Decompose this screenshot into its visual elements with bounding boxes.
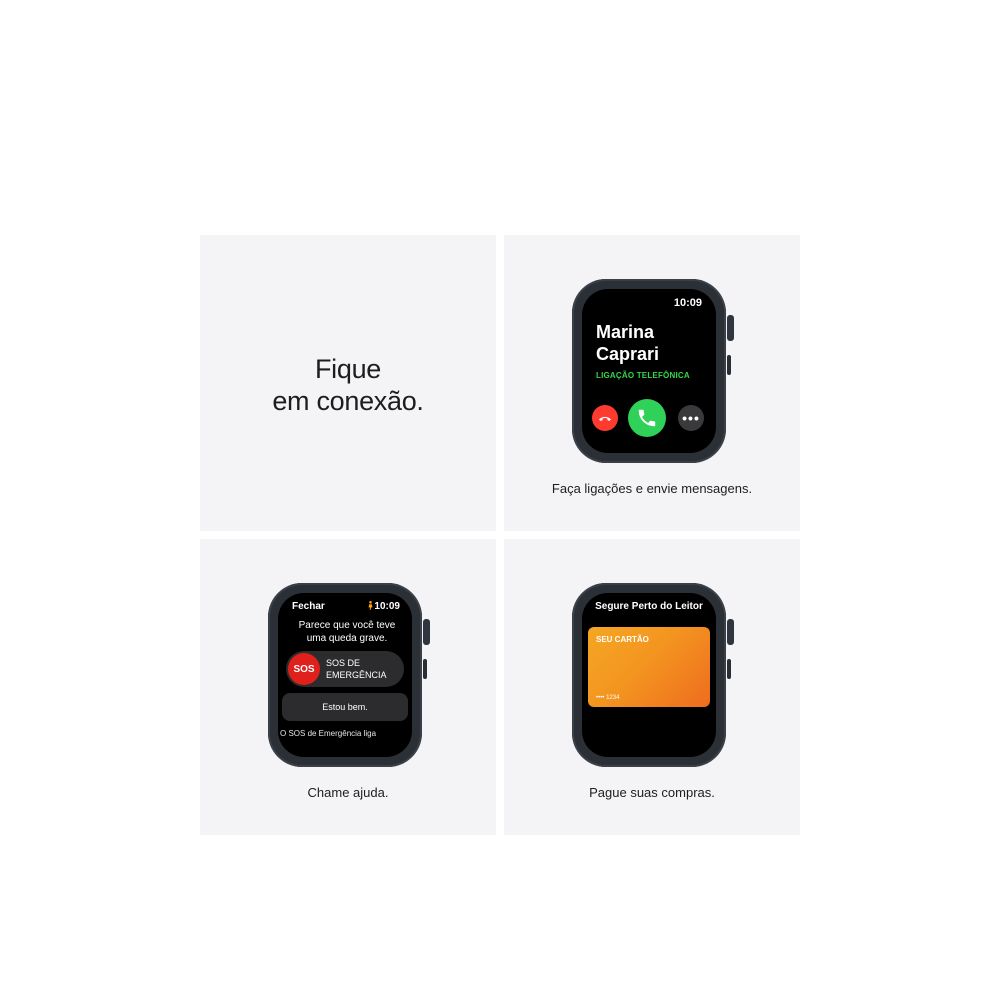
fall-message-line-2: uma queda grave. — [306, 633, 388, 644]
watch-time-value: 10:09 — [374, 601, 400, 612]
sos-slider-label: SOS DE EMERGÊNCIA — [326, 657, 387, 681]
caller-first-name: Marina — [596, 322, 655, 342]
calls-caption: Faça ligações e envie mensagens. — [551, 481, 753, 496]
headline: Fique em conexão. — [200, 353, 496, 417]
fall-message-line-1: Parece que você teve — [298, 620, 396, 631]
sos-footer-text: O SOS de Emergência liga — [280, 729, 377, 738]
fall-detected-message: Parece que você teve uma queda grave. — [290, 619, 404, 645]
watch-screen: Segure Perto do Leitor SEU CARTÃO •••• 1… — [582, 593, 716, 757]
side-button — [727, 355, 731, 375]
digital-crown — [727, 315, 734, 341]
calls-tile: 10:09 Marina Caprari LIGAÇÃO TELEFÔNICA … — [504, 235, 800, 531]
pay-caption: Pague suas compras. — [589, 785, 715, 800]
caller-last-name: Caprari — [596, 344, 660, 364]
sos-label-line-2: EMERGÊNCIA — [326, 670, 387, 680]
more-options-button[interactable]: ••• — [678, 405, 704, 431]
digital-crown — [423, 619, 430, 645]
watch-pay: Segure Perto do Leitor SEU CARTÃO •••• 1… — [572, 579, 734, 769]
watch-time: 10:09 — [673, 297, 702, 309]
pay-instruction: Segure Perto do Leitor — [595, 601, 703, 612]
card-name: SEU CARTÃO — [596, 635, 649, 644]
sos-label-line-1: SOS DE — [326, 658, 361, 668]
emergency-sos-slider[interactable]: SOS SOS DE EMERGÊNCIA — [286, 651, 404, 687]
watch-screen: Fechar 10:09 Parece que você teve uma qu… — [278, 593, 412, 757]
phone-hangup-icon — [599, 416, 611, 421]
im-ok-button[interactable]: Estou bem. — [282, 693, 408, 721]
call-type-label: LIGAÇÃO TELEFÔNICA — [596, 371, 690, 380]
sos-tile: Fechar 10:09 Parece que você teve uma qu… — [200, 539, 496, 835]
headline-line-1: Fique — [314, 354, 382, 384]
close-button[interactable]: Fechar — [292, 601, 325, 612]
watch-screen: 10:09 Marina Caprari LIGAÇÃO TELEFÔNICA … — [582, 289, 716, 453]
side-button — [727, 659, 731, 679]
accept-call-button[interactable] — [628, 399, 666, 437]
watch-time: 10:09 — [367, 601, 400, 612]
watch-call: 10:09 Marina Caprari LIGAÇÃO TELEFÔNICA … — [572, 275, 734, 465]
pay-tile: Segure Perto do Leitor SEU CARTÃO •••• 1… — [504, 539, 800, 835]
phone-icon — [638, 409, 656, 427]
side-button — [423, 659, 427, 679]
headline-tile: Fique em conexão. — [200, 235, 496, 531]
sos-caption: Chame ajuda. — [307, 785, 389, 800]
headline-line-2: em conexão. — [272, 386, 424, 416]
digital-crown — [727, 619, 734, 645]
sos-slider-knob[interactable]: SOS — [288, 653, 320, 685]
decline-call-button[interactable] — [592, 405, 618, 431]
payment-card[interactable]: SEU CARTÃO •••• 1234 — [588, 627, 710, 707]
card-number: •••• 1234 — [596, 695, 620, 701]
caller-name: Marina Caprari — [596, 321, 659, 365]
watch-sos: Fechar 10:09 Parece que você teve uma qu… — [268, 579, 430, 769]
